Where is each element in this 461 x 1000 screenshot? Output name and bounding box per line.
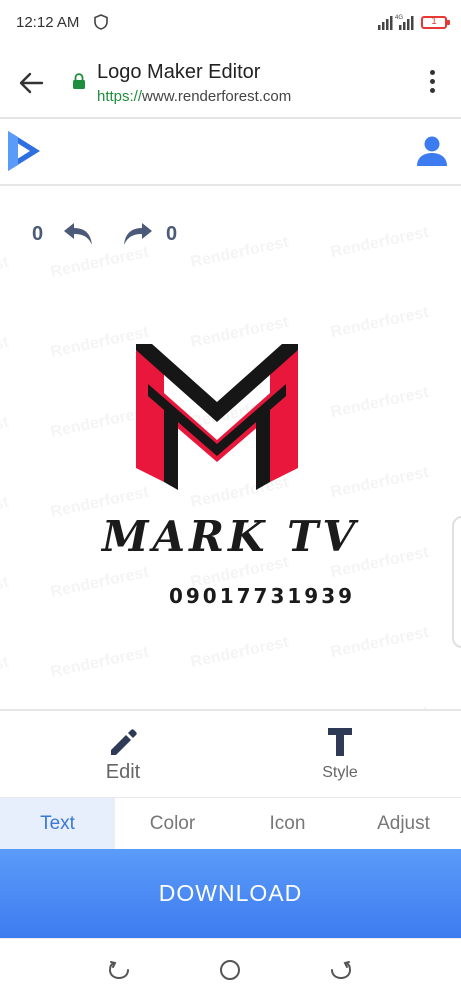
undo-icon[interactable] xyxy=(62,220,96,248)
watermark-text: Renderforest xyxy=(329,304,430,342)
brand-phone-text[interactable]: 09017731939 xyxy=(0,584,461,608)
brand-mark-logo[interactable] xyxy=(134,344,300,490)
redo-icon[interactable] xyxy=(120,220,154,248)
style-label: Style xyxy=(322,764,358,781)
side-panel-handle[interactable] xyxy=(452,516,461,648)
app-header xyxy=(0,119,461,186)
undo-count: 0 xyxy=(32,223,44,245)
style-button[interactable]: Style xyxy=(270,711,410,799)
watermark-text: Renderforest xyxy=(329,464,430,502)
nav-home-icon[interactable] xyxy=(219,959,241,981)
nav-back-icon[interactable] xyxy=(108,959,130,981)
watermark-text: Renderforest xyxy=(329,384,430,422)
url-scheme: https:// xyxy=(97,88,143,105)
watermark-text: Renderforest xyxy=(189,634,290,672)
battery-badge: 1 xyxy=(431,16,437,27)
pencil-icon xyxy=(111,729,137,755)
redo-count: 0 xyxy=(166,223,178,245)
download-button[interactable]: DOWNLOAD xyxy=(0,849,461,938)
shield-icon xyxy=(94,14,108,30)
watermark-text: Renderforest xyxy=(0,334,10,372)
network-label: 4G xyxy=(395,15,403,21)
lock-icon xyxy=(73,73,85,89)
system-nav-bar xyxy=(0,938,461,1000)
watermark-text: Renderforest xyxy=(0,254,10,292)
brand-name-text[interactable]: MARK TV xyxy=(0,512,461,561)
tab-icon[interactable]: Icon xyxy=(230,798,345,850)
logo-canvas[interactable]: Renderforest Renderforest Renderforest Rend… xyxy=(0,186,461,709)
watermark-text: Renderforest xyxy=(0,414,10,452)
watermark-text: Renderforest xyxy=(0,654,10,692)
edit-label: Edit xyxy=(105,761,141,783)
watermark-text: Renderforest xyxy=(329,624,430,662)
back-icon[interactable] xyxy=(18,70,44,96)
tab-bar: Text Color Icon Adjust xyxy=(0,797,461,850)
url-host: www.renderforest.com xyxy=(142,88,292,105)
watermark-text: Renderforest xyxy=(329,224,430,262)
status-time: 12:12 AM xyxy=(16,14,80,31)
tab-adjust[interactable]: Adjust xyxy=(346,798,461,850)
browser-toolbar: Logo Maker Editor https://www.renderfore… xyxy=(0,44,461,119)
logo-icon[interactable] xyxy=(4,127,44,175)
text-style-icon xyxy=(328,728,352,756)
editor-toolbar: Edit Style xyxy=(0,709,461,797)
watermark-text: Renderforest xyxy=(49,644,150,682)
kebab-menu-icon[interactable] xyxy=(426,70,438,96)
edit-button[interactable]: Edit xyxy=(53,711,193,799)
tab-color[interactable]: Color xyxy=(115,798,230,850)
tab-text[interactable]: Text xyxy=(0,798,115,850)
battery-icon: 1 xyxy=(421,16,450,29)
user-icon[interactable] xyxy=(416,135,448,167)
page-url[interactable]: https://www.renderforest.com xyxy=(97,88,291,105)
status-bar: 12:12 AM 4G 1 xyxy=(0,0,461,44)
watermark-text: Renderforest xyxy=(189,234,290,272)
signal-icon: 4G xyxy=(378,15,414,30)
nav-recent-icon[interactable] xyxy=(330,959,352,981)
watermark-text: Renderforest xyxy=(49,244,150,282)
page-title: Logo Maker Editor xyxy=(97,61,261,83)
